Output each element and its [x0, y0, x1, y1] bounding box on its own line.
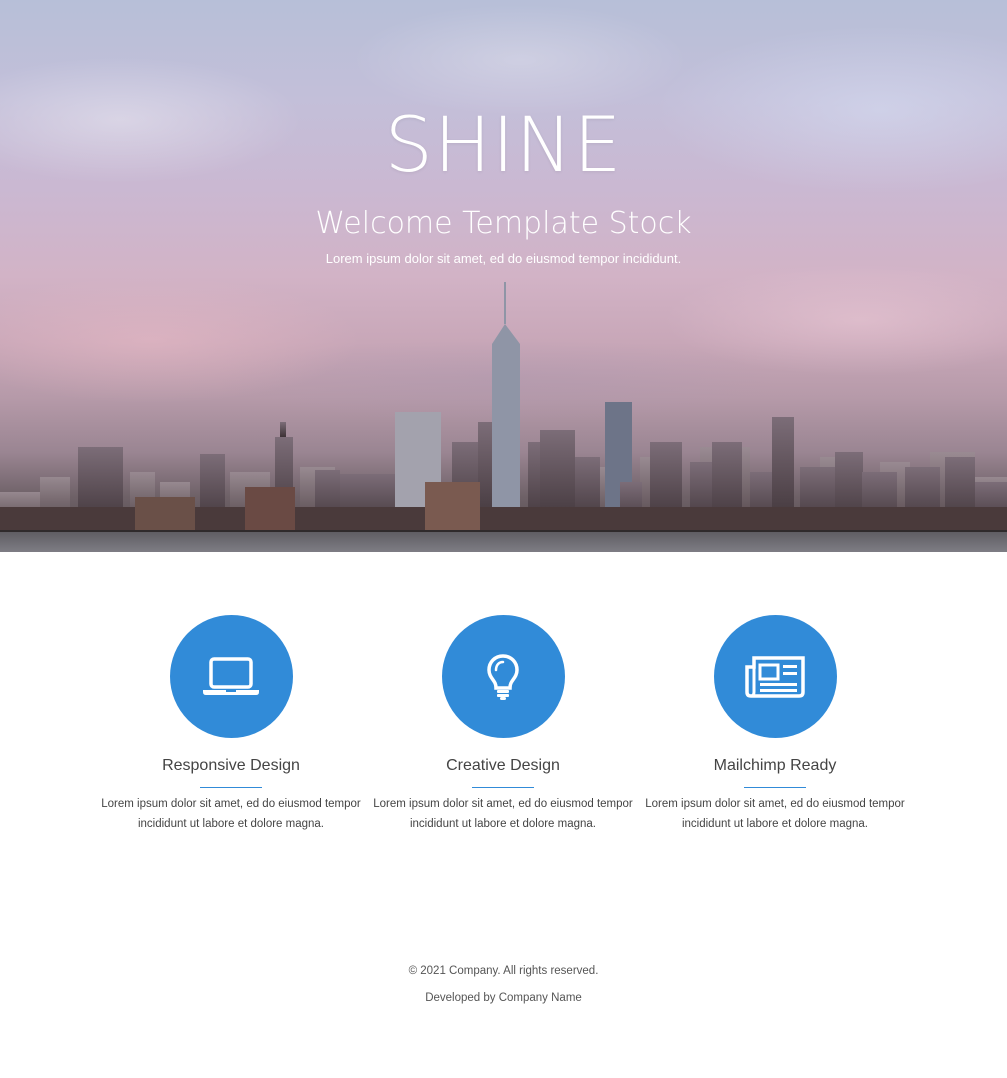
hero-banner: SHINE Welcome Template Stock Lorem ipsum… [0, 0, 1007, 552]
lightbulb-icon [486, 653, 520, 701]
hero-lead-text: Lorem ipsum dolor sit amet, ed do eiusmo… [325, 251, 682, 266]
feature-divider [472, 787, 534, 788]
newspaper-icon [744, 655, 806, 699]
footer-copyright: © 2021 Company. All rights reserved. [408, 965, 599, 977]
feature-description: Lorem ipsum dolor sit amet, ed do eiusmo… [101, 798, 361, 830]
feature-title: Responsive Design [162, 757, 300, 774]
page-footer: © 2021 Company. All rights reserved. Dev… [0, 962, 1007, 1007]
feature-responsive-design: Responsive Design Lorem ipsum dolor sit … [95, 615, 367, 834]
feature-creative-design: Creative Design Lorem ipsum dolor sit am… [367, 615, 639, 834]
feature-description: Lorem ipsum dolor sit amet, ed do eiusmo… [645, 798, 905, 830]
feature-divider [200, 787, 262, 788]
feature-icon-circle [169, 615, 293, 738]
hero-title: SHINE [384, 100, 623, 189]
feature-icon-circle [713, 615, 837, 738]
footer-developed-by: Developed by Company Name [425, 992, 582, 1004]
feature-icon-circle [441, 615, 565, 738]
city-skyline-image [0, 282, 1007, 552]
feature-title: Creative Design [446, 757, 560, 774]
laptop-icon [201, 656, 261, 697]
feature-title: Mailchimp Ready [713, 757, 837, 774]
features-section: Responsive Design Lorem ipsum dolor sit … [95, 615, 911, 834]
feature-description: Lorem ipsum dolor sit amet, ed do eiusmo… [373, 798, 633, 830]
hero-subtitle: Welcome Template Stock [315, 206, 692, 241]
feature-divider [744, 787, 806, 788]
feature-mailchimp-ready: Mailchimp Ready Lorem ipsum dolor sit am… [639, 615, 911, 834]
